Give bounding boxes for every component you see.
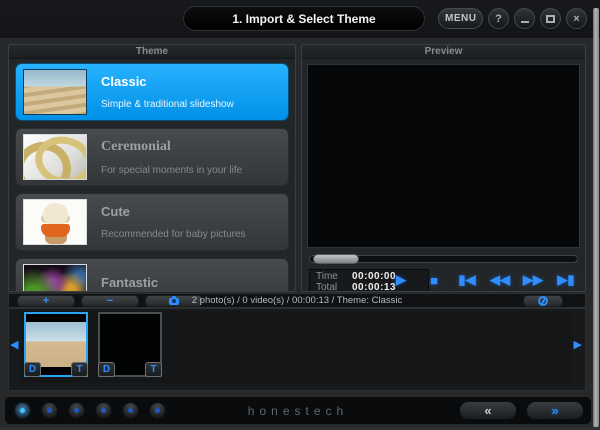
rewind-button[interactable]: ◀◀: [489, 270, 511, 290]
clip-1-decoration-button[interactable]: D: [24, 362, 41, 377]
play-button[interactable]: ▶: [390, 270, 412, 290]
preview-screen: [307, 64, 580, 248]
wizard-nav: « »: [459, 401, 584, 420]
clip-toolbar: + − 2 photo(s) / 0 video(s) / 00:00:13 /…: [8, 293, 586, 308]
next-button[interactable]: »: [526, 401, 584, 420]
skip-end-button[interactable]: ▶▮: [555, 270, 577, 290]
info-icon: [538, 296, 548, 306]
theme-name: Fantastic: [101, 275, 158, 290]
time-label: Time: [316, 271, 352, 282]
help-icon: ?: [495, 13, 502, 25]
close-icon: ×: [573, 13, 579, 25]
clip-1-title-button[interactable]: T: [71, 362, 88, 377]
preview-panel: Preview Time 00:00:00 Total 00:00:13 ▶ ■…: [301, 44, 586, 292]
scroll-right-button[interactable]: ▶: [574, 340, 582, 351]
scroll-left-button[interactable]: ◀: [10, 340, 18, 351]
cute-thumbnail-image: [23, 199, 87, 245]
clip-strip: ◀ D T D T ▶: [8, 308, 586, 391]
skip-start-icon: ▮◀: [458, 272, 475, 287]
ceremonial-thumbnail-image: [23, 134, 87, 180]
theme-list: Classic Simple & traditional slideshow C…: [9, 59, 295, 292]
clip-thumbnail-2[interactable]: D T: [98, 312, 162, 377]
seek-handle[interactable]: [313, 254, 359, 264]
theme-name: Ceremonial: [101, 139, 242, 155]
playback-controls: ▶ ■ ▮◀ ◀◀ ▶▶ ▶▮: [390, 270, 577, 290]
theme-panel: Theme Classic Simple & traditional slide…: [8, 44, 296, 292]
theme-item-cute[interactable]: Cute Recommended for baby pictures: [15, 193, 289, 251]
fast-forward-icon: ▶▶: [523, 272, 543, 287]
stop-button[interactable]: ■: [423, 270, 445, 290]
remove-photo-button[interactable]: −: [81, 295, 139, 307]
capture-button[interactable]: [145, 295, 203, 307]
fantastic-thumbnail-image: [23, 264, 87, 292]
minimize-icon: [521, 21, 529, 23]
fast-forward-button[interactable]: ▶▶: [522, 270, 544, 290]
rewind-icon: ◀◀: [490, 272, 510, 287]
skip-start-button[interactable]: ▮◀: [456, 270, 478, 290]
camera-icon: [169, 298, 179, 305]
close-button[interactable]: ×: [566, 8, 587, 29]
info-button[interactable]: [523, 295, 563, 307]
theme-item-classic[interactable]: Classic Simple & traditional slideshow: [15, 63, 289, 121]
clip-2-decoration-button[interactable]: D: [98, 362, 115, 377]
maximize-button[interactable]: [540, 8, 561, 29]
theme-panel-header: Theme: [9, 45, 295, 59]
stop-icon: ■: [430, 273, 438, 288]
theme-description: Recommended for baby pictures: [101, 229, 246, 240]
page-title: 1. Import & Select Theme: [183, 6, 425, 31]
titlebar: 1. Import & Select Theme MENU ? ×: [0, 0, 600, 38]
help-button[interactable]: ?: [488, 8, 509, 29]
theme-name: Cute: [101, 204, 246, 219]
maximize-icon: [546, 15, 555, 23]
theme-item-fantastic[interactable]: Fantastic: [15, 258, 289, 292]
menu-button[interactable]: MENU: [438, 8, 483, 29]
titlebar-buttons: MENU ? ×: [438, 8, 587, 29]
play-icon: ▶: [396, 272, 406, 287]
window-frame-edge: [593, 8, 599, 427]
clip-2-title-button[interactable]: T: [145, 362, 162, 377]
back-button[interactable]: «: [459, 401, 517, 420]
seek-bar[interactable]: [309, 255, 578, 263]
app-window: 1. Import & Select Theme MENU ? × Theme …: [0, 0, 600, 430]
theme-name: Classic: [101, 74, 234, 89]
total-label: Total: [316, 282, 352, 292]
preview-panel-header: Preview: [302, 45, 585, 59]
theme-description: Simple & traditional slideshow: [101, 99, 234, 110]
minimize-button[interactable]: [514, 8, 535, 29]
clip-thumbnail-1[interactable]: D T: [24, 312, 88, 377]
skip-end-icon: ▶▮: [557, 272, 574, 287]
theme-item-ceremonial[interactable]: Ceremonial For special moments in your l…: [15, 128, 289, 186]
theme-description: For special moments in your life: [101, 165, 242, 176]
footer-bar: honestech « »: [5, 397, 591, 424]
classic-thumbnail-image: [23, 69, 87, 115]
add-photo-button[interactable]: +: [17, 295, 75, 307]
